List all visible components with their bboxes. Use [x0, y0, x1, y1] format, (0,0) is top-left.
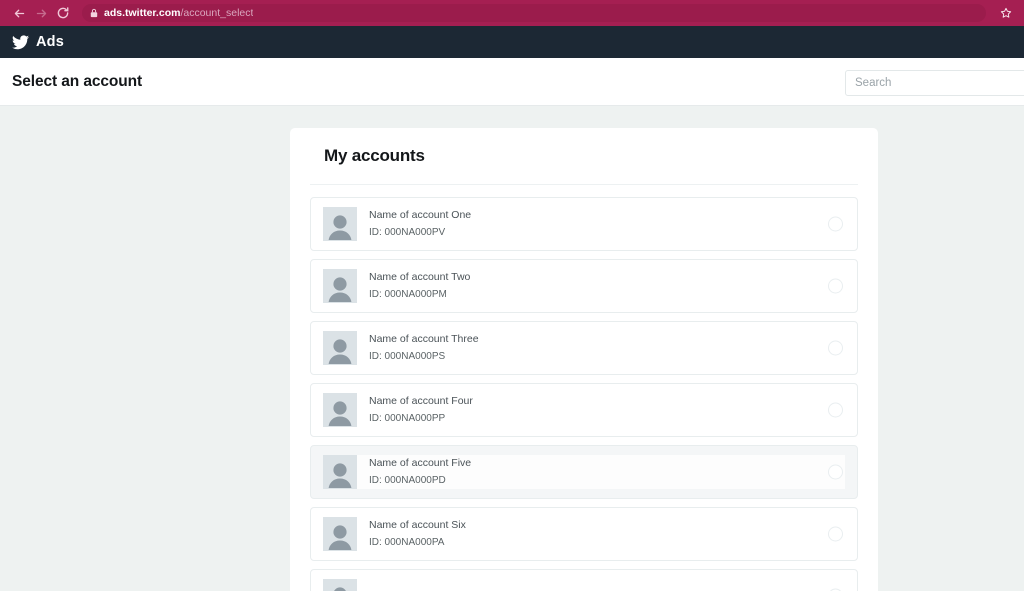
user-placeholder-icon [323, 331, 357, 365]
account-row-content: Name of account Four ID: 000NA000PP [323, 393, 845, 427]
account-radio-button[interactable] [828, 340, 843, 356]
main-content: My accounts Name of account One ID: 000N… [0, 106, 1024, 591]
app-navbar: Ads [0, 26, 1024, 58]
account-text: Name of account Six ID: 000NA000PA [369, 520, 466, 548]
account-row-content: Name of account Five ID: 000NA000PD [323, 455, 845, 489]
account-radio-button[interactable] [828, 278, 843, 294]
forward-arrow-icon[interactable] [30, 3, 52, 23]
account-name: Name of account Six [369, 519, 466, 532]
search-input[interactable] [845, 70, 1024, 96]
account-row-content: Name of account Three ID: 000NA000PS [323, 331, 845, 365]
account-text: Name of account Two ID: 000NA000PM [369, 272, 470, 300]
user-placeholder-icon [323, 393, 357, 427]
account-id: ID: 000NA000PD [369, 474, 446, 486]
account-name: Name of account Three [369, 333, 479, 346]
reload-icon[interactable] [52, 3, 74, 23]
account-row-content: Name of account One ID: 000NA000PV [323, 207, 845, 241]
account-text: Name of account Three ID: 000NA000PS [369, 334, 479, 362]
back-arrow-icon[interactable] [8, 3, 30, 23]
account-row[interactable]: Name of account Three ID: 000NA000PS [310, 321, 858, 375]
account-name: Name of account One [369, 209, 472, 222]
account-id: ID: 000NA000PS [369, 350, 446, 362]
url-domain: ads.twitter.com [104, 7, 181, 19]
account-name: Name of account Two [369, 271, 471, 284]
user-placeholder-icon [323, 455, 357, 489]
user-placeholder-icon [323, 517, 357, 551]
account-list: Name of account One ID: 000NA000PV Name … [310, 197, 858, 591]
account-row[interactable]: Name of account Six ID: 000NA000PA [310, 507, 858, 561]
account-row-content [323, 579, 845, 591]
star-icon[interactable] [996, 3, 1016, 23]
my-accounts-card: My accounts Name of account One ID: 000N… [290, 128, 878, 591]
user-placeholder-icon [323, 269, 357, 303]
page-title: Select an account [12, 72, 143, 90]
account-row[interactable]: Name of account Two ID: 000NA000PM [310, 259, 858, 313]
account-row-content: Name of account Six ID: 000NA000PA [323, 517, 845, 551]
brand-label: Ads [36, 34, 64, 50]
url-text: ads.twitter.com/account_select [104, 4, 253, 22]
card-title: My accounts [324, 146, 425, 165]
account-radio-button[interactable] [828, 216, 843, 232]
account-row-content: Name of account Two ID: 000NA000PM [323, 269, 845, 303]
search-container [845, 70, 1024, 96]
account-text: Name of account One ID: 000NA000PV [369, 210, 471, 238]
account-text: Name of account Four ID: 000NA000PP [369, 396, 473, 424]
account-radio-button[interactable] [828, 402, 843, 418]
account-row[interactable] [310, 569, 858, 591]
account-row[interactable]: Name of account One ID: 000NA000PV [310, 197, 858, 251]
lock-icon [90, 8, 98, 18]
brand-logo[interactable]: Ads [12, 34, 64, 50]
account-radio-button[interactable] [828, 526, 843, 542]
account-text: Name of account Five ID: 000NA000PD [369, 458, 471, 486]
account-row[interactable]: Name of account Five ID: 000NA000PD [310, 445, 858, 499]
account-name: Name of account Five [369, 457, 472, 470]
account-id: ID: 000NA000PP [369, 412, 446, 424]
account-id: ID: 000NA000PA [369, 536, 445, 548]
url-path: /account_select [180, 7, 254, 19]
card-divider [310, 184, 858, 185]
user-placeholder-icon [323, 207, 357, 241]
account-id: ID: 000NA000PM [369, 288, 447, 300]
browser-toolbar: ads.twitter.com/account_select [0, 0, 1024, 26]
account-id: ID: 000NA000PV [369, 226, 446, 238]
twitter-bird-icon [12, 34, 29, 50]
account-radio-button[interactable] [828, 464, 843, 480]
account-row[interactable]: Name of account Four ID: 000NA000PP [310, 383, 858, 437]
user-placeholder-icon [323, 579, 357, 591]
account-name: Name of account Four [369, 395, 473, 408]
url-bar[interactable]: ads.twitter.com/account_select [82, 4, 986, 22]
